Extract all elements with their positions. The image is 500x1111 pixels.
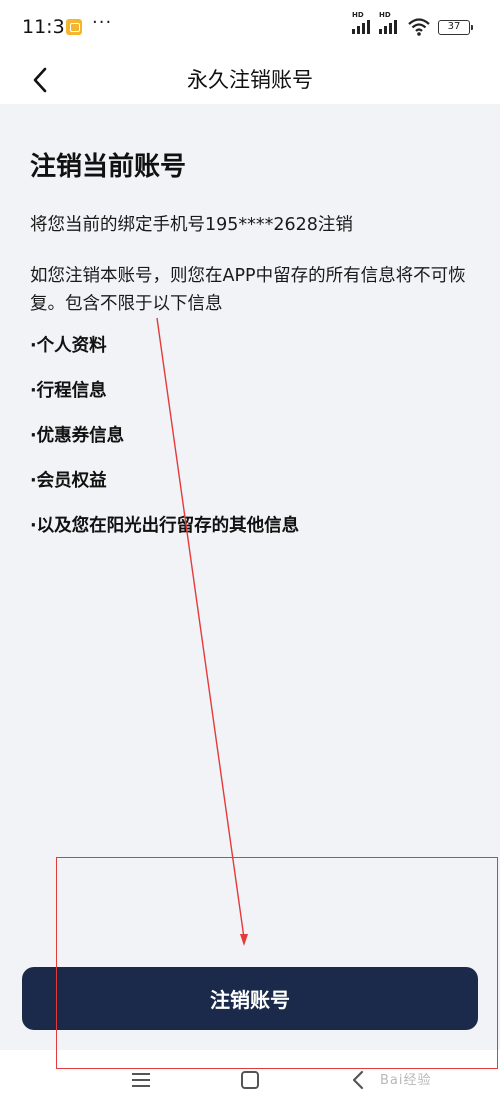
phone-notice: 将您当前的绑定手机号195****2628注销 — [30, 215, 353, 235]
list-item: ·会员权益 — [30, 471, 107, 491]
signal-icon: HD — [379, 11, 403, 36]
signal-icon: HD — [352, 11, 376, 36]
status-bar: 11:31 ··· HD HD 37 — [0, 0, 500, 56]
list-item: ·以及您在阳光出行留存的其他信息 — [30, 516, 300, 536]
back-triangle-icon[interactable] — [350, 1069, 366, 1091]
annotation-highlight-box — [56, 857, 498, 1069]
notification-app-icon — [66, 19, 82, 35]
info-list: ·个人资料 ·行程信息 ·优惠券信息 ·会员权益 ·以及您在阳光出行留存的其他信… — [30, 333, 299, 558]
warning-text: 如您注销本账号，则您在APP中留存的所有信息将不可恢复。包含不限于以下信息 — [30, 266, 466, 314]
list-item: ·优惠券信息 — [30, 426, 125, 446]
list-item: ·个人资料 — [30, 336, 107, 356]
battery-icon: 37 — [438, 20, 473, 35]
hd-label: HD — [379, 11, 391, 19]
wifi-icon — [407, 17, 431, 41]
home-square-icon[interactable] — [241, 1071, 259, 1089]
menu-icon[interactable] — [131, 1072, 151, 1088]
section-heading: 注销当前账号 — [30, 152, 187, 182]
more-notifications-icon: ··· — [92, 12, 113, 33]
hd-label: HD — [352, 11, 364, 19]
nav-bar: 永久注销账号 — [0, 56, 500, 104]
watermark: Bai经验 — [380, 1073, 432, 1088]
page-title: 永久注销账号 — [187, 68, 313, 92]
list-item: ·行程信息 — [30, 381, 107, 401]
